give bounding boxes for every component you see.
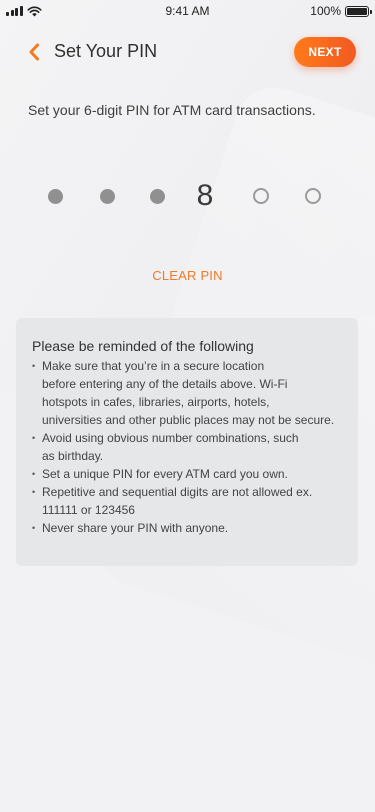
battery-percentage: 100%: [310, 4, 341, 18]
reminder-line: before entering any of the details above…: [42, 377, 288, 391]
status-left: [6, 6, 42, 17]
reminder-line: hotspots in cafes, libraries, airports, …: [42, 395, 270, 409]
reminder-line: universities and other public places may…: [42, 413, 335, 427]
next-button[interactable]: NEXT: [294, 37, 356, 67]
instruction-text: Set your 6-digit PIN for ATM card transa…: [28, 102, 316, 118]
pin-dot-filled: [47, 188, 63, 204]
pin-dot-filled: [149, 188, 165, 204]
set-pin-screen: 9:41 AM 100% Set Your PIN NEXT Set your …: [0, 0, 375, 812]
pin-entry[interactable]: 8: [0, 176, 375, 216]
reminder-item: Never share your PIN with anyone.: [32, 519, 344, 537]
reminder-line: Avoid using obvious number combinations,…: [42, 431, 299, 445]
pin-slot: [301, 176, 325, 216]
pin-dot-empty: [253, 188, 269, 204]
wifi-icon: [26, 6, 42, 16]
pin-slot: [145, 176, 169, 216]
status-right: 100%: [310, 4, 372, 18]
status-bar: 9:41 AM 100%: [0, 0, 375, 22]
clear-pin-button[interactable]: CLEAR PIN: [0, 268, 375, 283]
reminder-line: 111111 or 123456: [42, 503, 135, 517]
reminder-item: Repetitive and sequential digits are not…: [32, 483, 344, 519]
reminder-line: Make sure that you’re in a secure locati…: [42, 359, 265, 373]
page-title: Set Your PIN: [54, 41, 158, 61]
back-button[interactable]: [24, 40, 44, 64]
reminder-line: Never share your PIN with anyone.: [42, 521, 229, 535]
reminder-line: as birthday.: [42, 449, 104, 463]
pin-slot: [95, 176, 119, 216]
battery-icon: [345, 5, 372, 17]
chevron-left-icon: [29, 43, 39, 61]
reminder-title: Please be reminded of the following: [32, 338, 254, 354]
pin-dot-filled: [99, 188, 115, 204]
reminder-item: Avoid using obvious number combinations,…: [32, 429, 344, 465]
reminder-line: Repetitive and sequential digits are not…: [42, 485, 313, 499]
battery-level: [347, 7, 367, 15]
reminder-line: Set a unique PIN for every ATM card you …: [42, 467, 288, 481]
pin-slot: [249, 176, 273, 216]
signal-icon: [6, 6, 23, 16]
reminder-item: Make sure that you’re in a secure locati…: [32, 357, 344, 429]
pin-slot: [43, 176, 67, 216]
pin-dot-empty: [305, 188, 321, 204]
reminder-list: Make sure that you’re in a secure locati…: [32, 357, 344, 537]
header: Set Your PIN NEXT: [0, 36, 375, 68]
pin-digit: 8: [196, 179, 214, 212]
reminder-item: Set a unique PIN for every ATM card you …: [32, 465, 344, 483]
reminder-box: Please be reminded of the following Make…: [16, 318, 358, 566]
pin-slot: 8: [193, 176, 217, 216]
